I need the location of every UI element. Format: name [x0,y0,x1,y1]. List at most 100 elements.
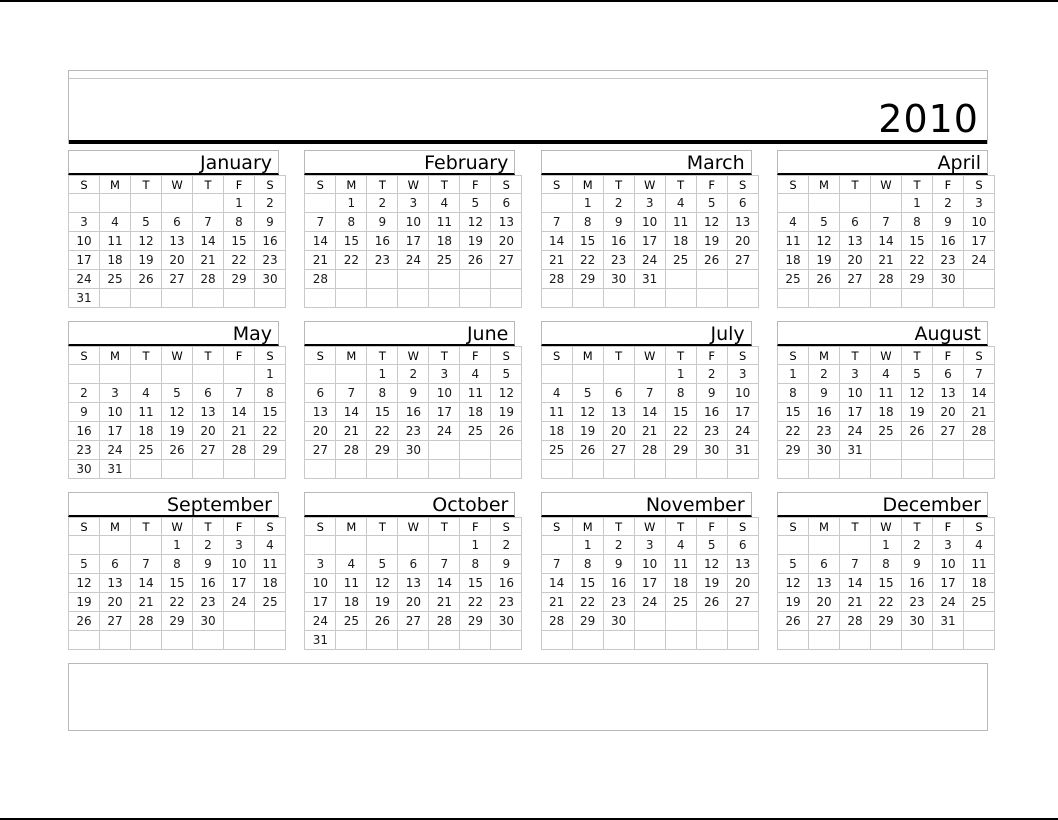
day-cell[interactable]: 30 [192,611,224,631]
day-cell[interactable]: 14 [633,402,666,422]
day-cell[interactable]: 4 [869,364,902,384]
day-cell[interactable]: 1 [776,364,809,384]
day-cell[interactable]: 20 [726,573,759,593]
day-cell[interactable]: 22 [459,592,492,612]
day-cell[interactable]: 20 [161,250,193,270]
day-cell[interactable]: 5 [161,383,193,403]
day-cell[interactable]: 25 [776,269,809,289]
day-cell[interactable]: 16 [366,231,399,251]
day-cell[interactable]: 5 [776,554,809,574]
day-cell[interactable]: 12 [490,383,523,403]
day-cell[interactable]: 11 [99,231,131,251]
day-cell[interactable]: 7 [428,554,461,574]
day-cell[interactable]: 27 [490,250,523,270]
day-cell[interactable]: 15 [366,402,399,422]
day-cell[interactable]: 2 [192,535,224,555]
day-cell[interactable]: 20 [397,592,430,612]
day-cell[interactable]: 24 [962,250,995,270]
day-cell[interactable]: 10 [397,212,430,232]
day-cell[interactable]: 23 [254,250,286,270]
day-cell[interactable]: 25 [335,611,368,631]
day-cell[interactable]: 12 [776,573,809,593]
day-cell[interactable]: 23 [695,421,728,441]
day-cell[interactable]: 18 [962,573,995,593]
day-cell[interactable]: 18 [335,592,368,612]
day-cell[interactable]: 1 [335,193,368,213]
day-cell[interactable]: 12 [161,402,193,422]
day-cell[interactable]: 9 [68,402,100,422]
day-cell[interactable]: 20 [931,402,964,422]
day-cell[interactable]: 1 [161,535,193,555]
day-cell[interactable]: 26 [130,269,162,289]
day-cell[interactable]: 11 [254,554,286,574]
day-cell[interactable]: 11 [869,383,902,403]
day-cell[interactable]: 17 [304,592,337,612]
day-cell[interactable]: 29 [459,611,492,631]
day-cell[interactable]: 9 [602,212,635,232]
day-cell[interactable]: 29 [869,611,902,631]
day-cell[interactable]: 3 [633,193,666,213]
day-cell[interactable]: 13 [304,402,337,422]
day-cell[interactable]: 18 [664,231,697,251]
day-cell[interactable]: 30 [490,611,523,631]
day-cell[interactable]: 7 [540,212,573,232]
day-cell[interactable]: 20 [726,231,759,251]
day-cell[interactable]: 28 [869,269,902,289]
day-cell[interactable]: 11 [664,554,697,574]
day-cell[interactable]: 21 [838,592,871,612]
day-cell[interactable]: 6 [726,193,759,213]
day-cell[interactable]: 18 [99,250,131,270]
day-cell[interactable]: 1 [571,193,604,213]
day-cell[interactable]: 5 [807,212,840,232]
day-cell[interactable]: 4 [459,364,492,384]
day-cell[interactable]: 19 [459,231,492,251]
day-cell[interactable]: 15 [664,402,697,422]
day-cell[interactable]: 14 [540,573,573,593]
day-cell[interactable]: 28 [962,421,995,441]
day-cell[interactable]: 14 [304,231,337,251]
day-cell[interactable]: 5 [68,554,100,574]
day-cell[interactable]: 25 [428,250,461,270]
day-cell[interactable]: 26 [68,611,100,631]
day-cell[interactable]: 17 [726,402,759,422]
day-cell[interactable]: 16 [602,231,635,251]
day-cell[interactable]: 18 [869,402,902,422]
day-cell[interactable]: 11 [540,402,573,422]
day-cell[interactable]: 25 [664,592,697,612]
day-cell[interactable]: 12 [695,212,728,232]
day-cell[interactable]: 5 [695,193,728,213]
day-cell[interactable]: 21 [540,592,573,612]
day-cell[interactable]: 13 [807,573,840,593]
day-cell[interactable]: 29 [254,440,286,460]
day-cell[interactable]: 28 [130,611,162,631]
day-cell[interactable]: 27 [838,269,871,289]
day-cell[interactable]: 9 [192,554,224,574]
day-cell[interactable]: 27 [807,611,840,631]
day-cell[interactable]: 8 [335,212,368,232]
day-cell[interactable]: 25 [664,250,697,270]
day-cell[interactable]: 30 [900,611,933,631]
day-cell[interactable]: 24 [99,440,131,460]
day-cell[interactable]: 1 [571,535,604,555]
day-cell[interactable]: 2 [254,193,286,213]
day-cell[interactable]: 16 [695,402,728,422]
day-cell[interactable]: 13 [161,231,193,251]
day-cell[interactable]: 12 [366,573,399,593]
day-cell[interactable]: 16 [490,573,523,593]
day-cell[interactable]: 14 [540,231,573,251]
day-cell[interactable]: 7 [192,212,224,232]
day-cell[interactable]: 22 [571,250,604,270]
day-cell[interactable]: 27 [161,269,193,289]
day-cell[interactable]: 27 [304,440,337,460]
day-cell[interactable]: 12 [695,554,728,574]
day-cell[interactable]: 25 [254,592,286,612]
day-cell[interactable]: 21 [962,402,995,422]
day-cell[interactable]: 6 [931,364,964,384]
day-cell[interactable]: 14 [869,231,902,251]
day-cell[interactable]: 10 [304,573,337,593]
day-cell[interactable]: 27 [726,592,759,612]
day-cell[interactable]: 15 [571,231,604,251]
day-cell[interactable]: 6 [807,554,840,574]
day-cell[interactable]: 28 [540,269,573,289]
day-cell[interactable]: 14 [428,573,461,593]
